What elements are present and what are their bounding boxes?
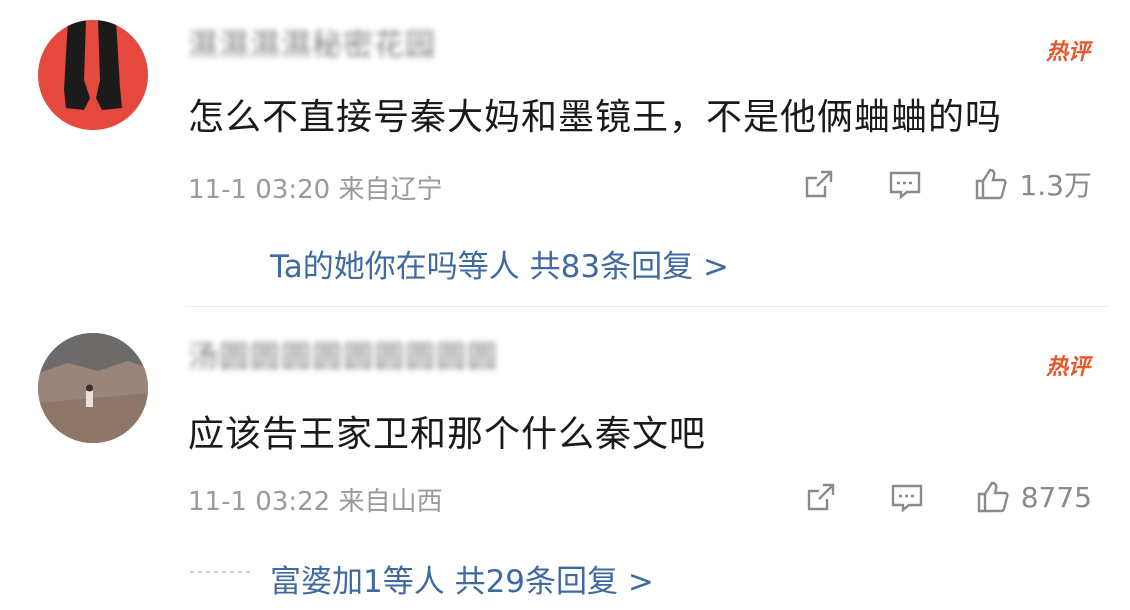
- share-button[interactable]: [801, 166, 837, 202]
- comment-text: 怎么不直接号秦大妈和墨镜王，不是他俩蛐蛐的吗: [188, 97, 1003, 138]
- comment-actions: 8775: [803, 477, 1092, 517]
- comment-meta: 11-1 03:20 来自辽宁: [188, 169, 442, 206]
- like-count: 8775: [1020, 480, 1092, 514]
- avatar-image: [38, 333, 148, 443]
- comment-location: 来自山西: [338, 487, 443, 517]
- comment-item: 濕濕濕濕秘密花园 热评 怎么不直接号秦大妈和墨镜王，不是他俩蛐蛐的吗 11-1 …: [0, 0, 1130, 305]
- username-text: 濕濕濕濕秘密花园: [188, 28, 436, 63]
- hot-comment-badge: 热评: [1045, 40, 1090, 65]
- username[interactable]: 濕濕濕濕秘密花园: [188, 26, 436, 66]
- comment-divider: [185, 306, 1110, 307]
- view-replies-link[interactable]: 富婆加1等人 共29条回复 >: [270, 556, 654, 601]
- thumbs-up-icon: [977, 481, 1009, 513]
- share-icon: [806, 170, 833, 198]
- avatar[interactable]: [38, 20, 148, 130]
- comment-icon: [890, 171, 921, 200]
- share-button[interactable]: [803, 479, 839, 515]
- reply-button[interactable]: [887, 166, 923, 202]
- comment-icon: [891, 484, 922, 513]
- comment-text: 应该告王家卫和那个什么秦文吧: [188, 414, 707, 455]
- username-text: 汤圆圆圆圆圆圆圆圆圆: [188, 340, 498, 375]
- username[interactable]: 汤圆圆圆圆圆圆圆圆圆: [188, 338, 498, 378]
- comment-location: 来自辽宁: [338, 175, 443, 205]
- comment-time: 11-1 03:20: [188, 175, 331, 205]
- share-icon: [807, 483, 834, 511]
- comment-meta: 11-1 03:22 来自山西: [188, 481, 442, 518]
- hot-comment-badge: 热评: [1045, 355, 1090, 380]
- thumbs-up-icon: [976, 168, 1008, 200]
- avatar-image: [38, 20, 148, 130]
- reply-thread-dots: [190, 571, 250, 573]
- view-replies-link[interactable]: Ta的她你在吗等人 共83条回复 >: [270, 241, 729, 286]
- comment-time: 11-1 03:22: [188, 487, 331, 517]
- avatar[interactable]: [38, 333, 148, 443]
- comment-actions: 1.3万: [801, 164, 1092, 204]
- like-count: 1.3万: [1019, 169, 1092, 202]
- like-button[interactable]: 8775: [975, 479, 1092, 515]
- like-button[interactable]: 1.3万: [973, 164, 1092, 204]
- reply-button[interactable]: [889, 479, 925, 515]
- comment-item: 汤圆圆圆圆圆圆圆圆圆 热评 应该告王家卫和那个什么秦文吧 11-1 03:22 …: [0, 315, 1130, 610]
